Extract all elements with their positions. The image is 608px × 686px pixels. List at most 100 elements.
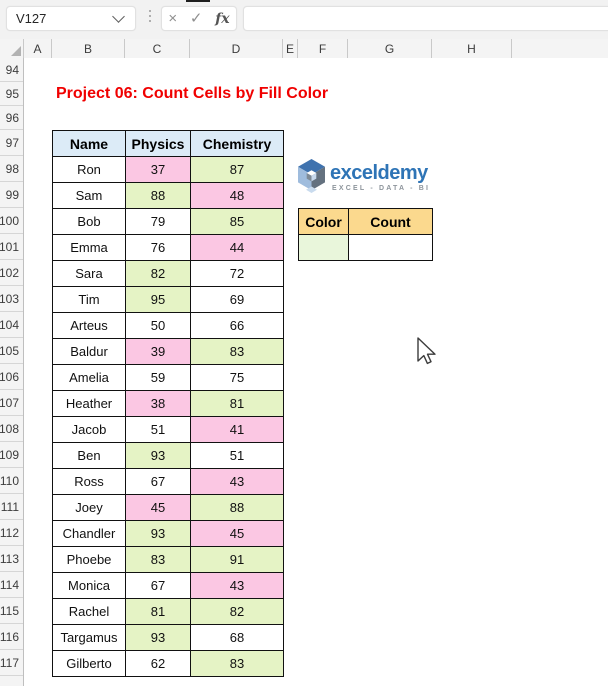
physics-cell[interactable]: 95 <box>125 286 191 313</box>
physics-cell[interactable]: 93 <box>125 520 191 547</box>
formula-bar-input[interactable] <box>243 6 608 31</box>
physics-cell[interactable]: 93 <box>125 442 191 469</box>
color-swatch-cell[interactable] <box>298 234 349 261</box>
row-header-114[interactable]: 114 <box>0 572 23 598</box>
physics-cell[interactable]: 62 <box>125 650 191 677</box>
physics-cell[interactable]: 51 <box>125 416 191 443</box>
name-cell[interactable]: Heather <box>52 390 126 417</box>
column-header-H[interactable]: H <box>432 39 512 58</box>
physics-cell[interactable]: 81 <box>125 598 191 625</box>
chevron-down-icon[interactable] <box>112 10 125 23</box>
name-cell[interactable]: Monica <box>52 572 126 599</box>
row-header-104[interactable]: 104 <box>0 312 23 338</box>
chemistry-cell[interactable]: 83 <box>190 338 284 365</box>
row-header-110[interactable]: 110 <box>0 468 23 494</box>
name-cell[interactable]: Jacob <box>52 416 126 443</box>
physics-cell[interactable]: 38 <box>125 390 191 417</box>
name-cell[interactable]: Arteus <box>52 312 126 339</box>
column-header-D[interactable]: D <box>190 39 283 58</box>
chemistry-cell[interactable]: 75 <box>190 364 284 391</box>
row-header-111[interactable]: 111 <box>0 494 23 520</box>
physics-cell[interactable]: 50 <box>125 312 191 339</box>
count-header-count[interactable]: Count <box>348 208 433 235</box>
name-cell[interactable]: Targamus <box>52 624 126 651</box>
chemistry-cell[interactable]: 91 <box>190 546 284 573</box>
select-all-button[interactable] <box>0 39 24 58</box>
row-header-116[interactable]: 116 <box>0 624 23 650</box>
name-cell[interactable]: Joey <box>52 494 126 521</box>
row-header-96[interactable]: 96 <box>0 106 23 130</box>
chemistry-cell[interactable]: 41 <box>190 416 284 443</box>
name-cell[interactable]: Bob <box>52 208 126 235</box>
physics-cell[interactable]: 83 <box>125 546 191 573</box>
score-header-physics[interactable]: Physics <box>125 130 191 157</box>
physics-cell[interactable]: 37 <box>125 156 191 183</box>
chemistry-cell[interactable]: 66 <box>190 312 284 339</box>
row-header-102[interactable]: 102 <box>0 260 23 286</box>
row-header-99[interactable]: 99 <box>0 182 23 208</box>
score-header-name[interactable]: Name <box>52 130 126 157</box>
chemistry-cell[interactable]: 44 <box>190 234 284 261</box>
row-header-108[interactable]: 108 <box>0 416 23 442</box>
row-header-112[interactable]: 112 <box>0 520 23 546</box>
row-header-103[interactable]: 103 <box>0 286 23 312</box>
column-header-C[interactable]: C <box>125 39 190 58</box>
row-header-98[interactable]: 98 <box>0 156 23 182</box>
row-header-115[interactable]: 115 <box>0 598 23 624</box>
chemistry-cell[interactable]: 43 <box>190 572 284 599</box>
name-cell[interactable]: Emma <box>52 234 126 261</box>
column-header-F[interactable]: F <box>298 39 348 58</box>
chemistry-cell[interactable]: 45 <box>190 520 284 547</box>
cancel-icon[interactable]: × <box>168 11 177 26</box>
enter-icon[interactable]: ✓ <box>190 11 203 26</box>
chemistry-cell[interactable]: 51 <box>190 442 284 469</box>
chemistry-cell[interactable]: 69 <box>190 286 284 313</box>
name-cell[interactable]: Tim <box>52 286 126 313</box>
column-header-G[interactable]: G <box>348 39 432 58</box>
name-cell[interactable]: Rachel <box>52 598 126 625</box>
chemistry-cell[interactable]: 43 <box>190 468 284 495</box>
chemistry-cell[interactable]: 82 <box>190 598 284 625</box>
row-header-97[interactable]: 97 <box>0 130 23 156</box>
name-cell[interactable]: Ross <box>52 468 126 495</box>
row-header-107[interactable]: 107 <box>0 390 23 416</box>
name-cell[interactable]: Sara <box>52 260 126 287</box>
physics-cell[interactable]: 59 <box>125 364 191 391</box>
exceldemy-logo[interactable]: exceldemy EXCEL - DATA - BI <box>298 156 432 198</box>
name-cell[interactable]: Amelia <box>52 364 126 391</box>
count-header-color[interactable]: Color <box>298 208 349 235</box>
name-cell[interactable]: Gilberto <box>52 650 126 677</box>
chemistry-cell[interactable]: 85 <box>190 208 284 235</box>
physics-cell[interactable]: 88 <box>125 182 191 209</box>
physics-cell[interactable]: 76 <box>125 234 191 261</box>
name-cell[interactable]: Chandler <box>52 520 126 547</box>
insert-function-icon[interactable]: fx <box>215 12 229 26</box>
physics-cell[interactable]: 45 <box>125 494 191 521</box>
row-header-94[interactable]: 94 <box>0 58 23 82</box>
name-cell[interactable]: Baldur <box>52 338 126 365</box>
physics-cell[interactable]: 39 <box>125 338 191 365</box>
row-header-106[interactable]: 106 <box>0 364 23 390</box>
chemistry-cell[interactable]: 48 <box>190 182 284 209</box>
row-header-117[interactable]: 117 <box>0 650 23 676</box>
row-header-109[interactable]: 109 <box>0 442 23 468</box>
chemistry-cell[interactable]: 83 <box>190 650 284 677</box>
physics-cell[interactable]: 67 <box>125 468 191 495</box>
column-header-B[interactable]: B <box>52 39 125 58</box>
chemistry-cell[interactable]: 88 <box>190 494 284 521</box>
physics-cell[interactable]: 82 <box>125 260 191 287</box>
column-header-E[interactable]: E <box>283 39 298 58</box>
chemistry-cell[interactable]: 87 <box>190 156 284 183</box>
chemistry-cell[interactable]: 81 <box>190 390 284 417</box>
row-header-101[interactable]: 101 <box>0 234 23 260</box>
name-cell[interactable]: Phoebe <box>52 546 126 573</box>
physics-cell[interactable]: 79 <box>125 208 191 235</box>
name-box[interactable]: V127 <box>6 6 136 31</box>
physics-cell[interactable]: 67 <box>125 572 191 599</box>
name-cell[interactable]: Ben <box>52 442 126 469</box>
chemistry-cell[interactable]: 72 <box>190 260 284 287</box>
chemistry-cell[interactable]: 68 <box>190 624 284 651</box>
name-cell[interactable]: Sam <box>52 182 126 209</box>
page-title[interactable]: Project 06: Count Cells by Fill Color <box>56 82 328 106</box>
row-header-95[interactable]: 95 <box>0 82 23 106</box>
